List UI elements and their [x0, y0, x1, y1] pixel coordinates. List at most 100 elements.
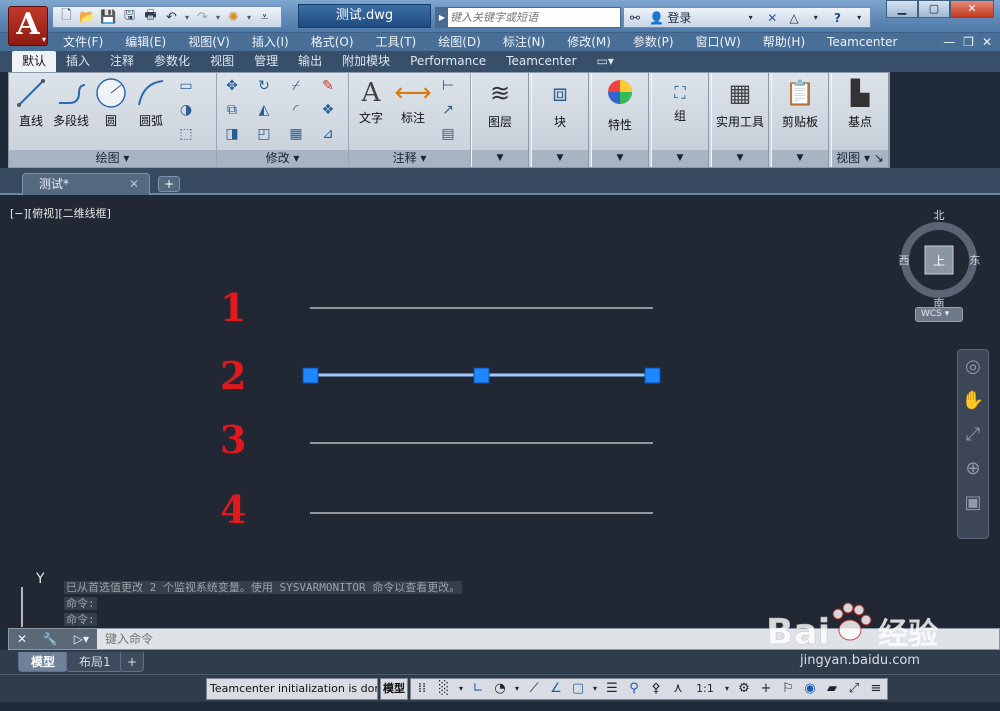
osnap-tracking-icon[interactable]: ⟋	[523, 679, 545, 699]
line-tool[interactable]: 直线	[13, 77, 49, 129]
tab-view[interactable]: 视图	[200, 51, 244, 72]
steering-wheel-icon[interactable]: ◎	[958, 350, 988, 384]
rectangle-icon[interactable]: ▭	[177, 77, 195, 95]
workspace-dropdown-icon[interactable]: ▾	[245, 13, 253, 22]
customize-icon[interactable]: 🔧	[43, 632, 58, 646]
circle-tool[interactable]: 圆	[93, 77, 129, 129]
menu-tools[interactable]: 工具(T)	[365, 33, 428, 51]
isolate-icon[interactable]: ◉	[799, 679, 821, 699]
drawing-canvas[interactable]: [−][俯视][二维线框] 1 2 3 4 上 北 南 东 西 WCS ▾ ◎ …	[0, 197, 1000, 627]
a360-dropdown-icon[interactable]: ▾	[805, 13, 827, 22]
menu-format[interactable]: 格式(O)	[300, 33, 365, 51]
command-input[interactable]	[105, 630, 705, 648]
hatch-icon[interactable]: ◑	[177, 101, 195, 119]
groups-panel[interactable]: ⛶ 组 ▼	[651, 73, 709, 167]
scale-dropdown-icon[interactable]: ▾	[721, 679, 733, 699]
auto-scale-icon[interactable]: ⚴	[645, 679, 667, 699]
new-file-icon[interactable]: 🗋	[57, 8, 76, 26]
exchange-icon[interactable]: ✕	[761, 11, 783, 25]
a360-icon[interactable]: △	[783, 11, 805, 25]
undo-dropdown-icon[interactable]: ▾	[183, 13, 191, 22]
annotation-visibility-icon[interactable]: ⚲	[623, 679, 645, 699]
text-tool[interactable]: A 文字	[353, 77, 389, 126]
erase-icon[interactable]: ✎	[319, 77, 337, 95]
help-dropdown-icon[interactable]: ▾	[848, 13, 870, 22]
tab-insert[interactable]: 插入	[56, 51, 100, 72]
menu-file[interactable]: 文件(F)	[52, 33, 114, 51]
polar-dropdown-icon[interactable]: ▾	[511, 679, 523, 699]
move-icon[interactable]: ✥	[223, 77, 241, 95]
login-dropdown-icon[interactable]: ▾	[740, 13, 762, 22]
polyline-tool[interactable]: 多段线	[51, 77, 91, 129]
help-icon[interactable]: ?	[827, 11, 849, 25]
grip-start[interactable]	[302, 367, 319, 384]
hardware-accel-icon[interactable]: ▰	[821, 679, 843, 699]
layers-panel[interactable]: ≋ 图层 ▼	[471, 73, 529, 167]
properties-panel[interactable]: 特性 ▼	[591, 73, 649, 167]
mirror-icon[interactable]: ◭	[255, 101, 273, 119]
rotate-icon[interactable]: ↻	[255, 77, 273, 95]
snap-icon[interactable]: ░	[433, 679, 455, 699]
array-icon[interactable]: ▦	[287, 125, 305, 143]
grip-midpoint[interactable]	[473, 367, 490, 384]
menu-draw[interactable]: 绘图(D)	[427, 33, 492, 51]
tab-teamcenter[interactable]: Teamcenter	[496, 51, 586, 72]
tab-output[interactable]: 输出	[288, 51, 332, 72]
grid-icon[interactable]: ⁞⁞	[411, 679, 433, 699]
wcs-menu[interactable]: WCS ▾	[915, 307, 963, 322]
dimension-tool[interactable]: ⟷ 标注	[393, 77, 433, 126]
user-icon[interactable]: 👤	[646, 11, 668, 25]
redo-dropdown-icon[interactable]: ▾	[214, 13, 222, 22]
login-link[interactable]: 登录	[667, 9, 739, 26]
search-input[interactable]	[450, 9, 618, 26]
orbit-icon[interactable]: ⊕	[958, 452, 988, 486]
maximize-button[interactable]: ▢	[918, 0, 950, 18]
close-button[interactable]: ✕	[950, 0, 994, 18]
save-icon[interactable]: 💾	[99, 8, 118, 26]
annotation-scale-value[interactable]: 1:1	[689, 679, 721, 699]
tab-default[interactable]: 默认	[12, 51, 57, 72]
leader-icon[interactable]: ↗	[439, 101, 457, 119]
menu-teamcenter[interactable]: Teamcenter	[816, 33, 908, 51]
menu-insert[interactable]: 插入(I)	[241, 33, 300, 51]
snap-dropdown-icon[interactable]: ▾	[455, 679, 467, 699]
menu-edit[interactable]: 编辑(E)	[114, 33, 177, 51]
doc-close-icon[interactable]: ✕	[982, 33, 992, 51]
modify-panel-title[interactable]: 修改 ▾	[217, 150, 348, 167]
menu-view[interactable]: 视图(V)	[177, 33, 241, 51]
minimize-button[interactable]: ▁	[886, 0, 918, 18]
customize-qat-icon[interactable]: ⩡	[255, 8, 274, 26]
pan-icon[interactable]: ✋	[958, 384, 988, 418]
stretch-icon[interactable]: ◨	[223, 125, 241, 143]
draw-panel-title[interactable]: 绘图 ▾	[9, 150, 216, 167]
fillet-icon[interactable]: ◜	[287, 101, 305, 119]
explode-icon[interactable]: ❖	[319, 101, 337, 119]
tab-model[interactable]: 模型	[18, 652, 69, 672]
new-tab-button[interactable]: +	[158, 176, 180, 192]
search-expand-icon[interactable]: ▶	[436, 8, 448, 27]
menu-help[interactable]: 帮助(H)	[752, 33, 816, 51]
tab-manage[interactable]: 管理	[244, 51, 288, 72]
offset-icon[interactable]: ⊿	[319, 125, 337, 143]
clipboard-panel[interactable]: 📋 剪贴板 ▼	[771, 73, 829, 167]
table-icon[interactable]: ▤	[439, 125, 457, 143]
grip-end[interactable]	[644, 367, 661, 384]
polar-icon[interactable]: ◔	[489, 679, 511, 699]
print-icon[interactable]: 🖶	[141, 8, 160, 26]
tab-annotate[interactable]: 注释	[100, 51, 144, 72]
binoculars-icon[interactable]: ⚯	[624, 11, 646, 25]
undo-icon[interactable]: ↶	[162, 8, 181, 26]
osnap-icon[interactable]: ▢	[567, 679, 589, 699]
doc-restore-icon[interactable]: ❐	[963, 33, 974, 51]
zoom-extents-icon[interactable]: ⤢	[958, 418, 988, 452]
customize-status-icon[interactable]: ≡	[865, 679, 887, 699]
add-icon[interactable]: +	[755, 679, 777, 699]
application-menu-button[interactable]: A ▾	[8, 6, 48, 46]
view-panel[interactable]: ▙ 基点 视图 ▾ ↘	[831, 73, 889, 167]
close-command-line-icon[interactable]: ✕	[17, 632, 27, 646]
add-layout-button[interactable]: +	[120, 652, 145, 672]
linear-dim-icon[interactable]: ⊢	[439, 77, 457, 95]
compass-north[interactable]: 北	[934, 209, 945, 222]
close-tab-icon[interactable]: ✕	[129, 174, 139, 194]
annotation-scale-icon[interactable]: ⋏	[667, 679, 689, 699]
